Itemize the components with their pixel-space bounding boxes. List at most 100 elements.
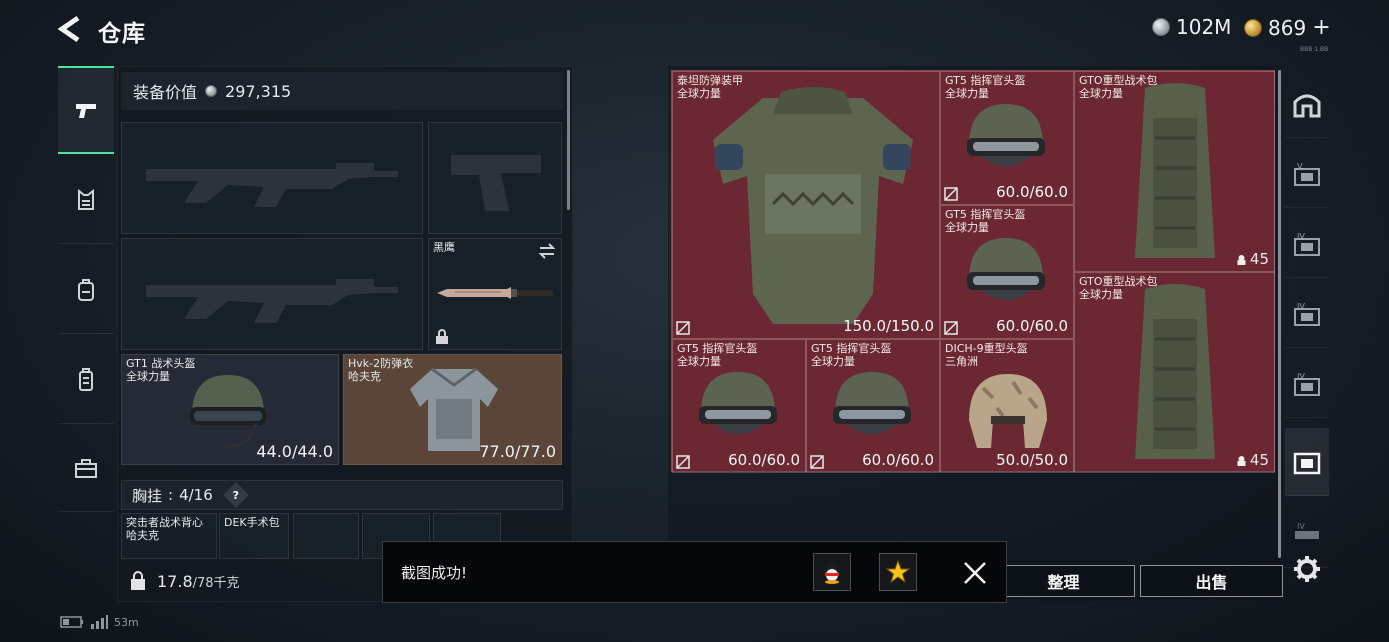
storage-item-helmet[interactable]: GT5 指挥官头盔 全球力量 60.0/60.0 xyxy=(940,71,1074,205)
melee-slot[interactable]: 黑鹰 xyxy=(428,238,562,350)
item-name: GT5 指挥官头盔 xyxy=(945,208,1026,221)
item-durability: 60.0/60.0 xyxy=(996,317,1068,335)
toolbox-icon xyxy=(75,458,97,478)
stack-icon xyxy=(1237,455,1246,466)
storage-item-backpack[interactable]: GTO重型战术包 全球力量 45 xyxy=(1074,71,1275,272)
primary-weapon-slot[interactable] xyxy=(121,122,423,234)
silver-coin-icon xyxy=(205,85,218,97)
sort-button[interactable]: 整理 xyxy=(992,565,1135,597)
tab-storage-5[interactable]: V xyxy=(1285,140,1329,208)
svg-text:IV: IV xyxy=(1297,232,1305,241)
equipment-value-bar: 装备价值 297,315 xyxy=(121,72,563,110)
secondary-weapon-slot[interactable] xyxy=(121,238,423,350)
chest-slot-2[interactable]: DEK手术包 xyxy=(219,513,289,559)
helmet-image xyxy=(967,238,1045,300)
helmet-durability: 44.0/44.0 xyxy=(256,442,333,461)
back-arrow-icon[interactable] xyxy=(56,14,86,44)
rail-item-case[interactable] xyxy=(58,336,114,424)
share-qzone-button[interactable] xyxy=(879,553,917,591)
armor-slot[interactable]: Hvk-2防弹衣 哈夫克 77.0/77.0 xyxy=(343,354,562,465)
tab-storage-active[interactable] xyxy=(1285,428,1329,496)
helmet-image xyxy=(833,372,911,434)
svg-text:IV: IV xyxy=(1297,372,1305,381)
sidearm-slot[interactable] xyxy=(428,122,562,234)
qzone-star-icon xyxy=(885,559,911,584)
build-tag: BBB 1.BB xyxy=(1300,46,1329,53)
no-insurance-icon xyxy=(810,455,824,469)
signal-icon xyxy=(91,615,108,629)
chest-slot-3[interactable] xyxy=(293,513,359,559)
gear-icon[interactable] xyxy=(1293,555,1321,583)
chest-rig-label: 胸挂 xyxy=(132,486,163,505)
titan-armor-image xyxy=(713,87,913,324)
status-bar: 53m xyxy=(60,615,139,629)
add-gold-button[interactable]: + xyxy=(1312,15,1330,40)
gold-currency[interactable]: 869 + xyxy=(1244,15,1331,40)
rail-item-toolbox[interactable] xyxy=(58,424,114,512)
storage-expansion-icon: IV xyxy=(1294,372,1320,396)
qq-penguin-icon xyxy=(824,562,840,584)
helmet-slot[interactable]: GT1 战术头盔 全球力量 44.0/44.0 xyxy=(121,354,339,465)
storage-item-helmet[interactable]: DICH-9重型头盔 三角洲 50.0/50.0 xyxy=(940,339,1074,473)
swap-icon[interactable] xyxy=(538,243,556,259)
chest-item-faction: 哈夫克 xyxy=(126,529,159,542)
rail-item-chest-rig[interactable] xyxy=(58,156,114,244)
toast-message: 截图成功! xyxy=(401,564,468,582)
tab-storage-4a[interactable]: IV xyxy=(1285,210,1329,278)
sell-button[interactable]: 出售 xyxy=(1140,565,1283,597)
helmet-image xyxy=(699,372,777,434)
case-icon xyxy=(79,367,93,391)
storage-item-helmet[interactable]: GT5 指挥官头盔 全球力量 60.0/60.0 xyxy=(672,339,806,473)
storage-item-helmet[interactable]: GT5 指挥官头盔 全球力量 60.0/60.0 xyxy=(806,339,940,473)
storage-scrollbar[interactable] xyxy=(1278,70,1281,558)
item-name: GT5 指挥官头盔 xyxy=(811,342,892,355)
no-insurance-icon xyxy=(944,321,958,335)
storage-item-armor[interactable]: 泰坦防弹装甲 全球力量 150.0/150.0 xyxy=(672,71,940,339)
item-name: GT5 指挥官头盔 xyxy=(945,74,1026,87)
storage-expansion-icon: IV xyxy=(1295,522,1319,539)
storage-item-helmet[interactable]: GT5 指挥官头盔 全球力量 60.0/60.0 xyxy=(940,205,1074,339)
share-qq-button[interactable] xyxy=(813,553,851,591)
svg-text:IV: IV xyxy=(1297,522,1305,531)
rail-item-backpack[interactable] xyxy=(58,246,114,334)
no-insurance-icon xyxy=(676,321,690,335)
pistol-icon xyxy=(76,104,96,118)
item-durability: 60.0/60.0 xyxy=(996,183,1068,201)
chest-slot-1[interactable]: 突击者战术背心 哈夫克 xyxy=(121,513,217,559)
storage-tabs: V IV IV IV IV xyxy=(1285,70,1329,568)
close-icon[interactable] xyxy=(961,559,989,587)
chest-rig-bar: 胸挂: 4/16 ? xyxy=(121,480,563,510)
item-durability: 60.0/60.0 xyxy=(728,451,800,469)
lock-icon xyxy=(436,329,448,344)
knife-image xyxy=(437,287,553,299)
armor-durability: 77.0/77.0 xyxy=(479,442,556,461)
storage-main-icon xyxy=(1293,94,1321,117)
tab-storage-4b[interactable]: IV xyxy=(1285,280,1329,348)
item-count: 45 xyxy=(1249,451,1269,469)
help-icon[interactable]: ? xyxy=(223,482,249,508)
ping-value: 53m xyxy=(114,615,139,629)
tab-storage-4c[interactable]: IV xyxy=(1285,350,1329,418)
helmet-image xyxy=(967,104,1045,166)
stack-icon xyxy=(1237,254,1246,265)
storage-grid: 泰坦防弹装甲 全球力量 150.0/150.0 GT5 指挥官头盔 全球力量 6… xyxy=(671,70,1275,473)
svg-text:IV: IV xyxy=(1297,302,1305,311)
category-rail xyxy=(58,66,114,512)
item-name: GT5 指挥官头盔 xyxy=(677,342,758,355)
rail-item-weapons[interactable] xyxy=(58,66,114,154)
tab-storage-main[interactable] xyxy=(1285,70,1329,138)
silver-coin-icon xyxy=(1152,18,1170,36)
knife-name: 黑鹰 xyxy=(433,241,455,254)
item-faction: 三角洲 xyxy=(945,355,978,368)
pistol-silhouette-icon xyxy=(451,155,541,211)
weight-current: 17.8 xyxy=(157,571,193,591)
storage-item-backpack[interactable]: GTO重型战术包 全球力量 45 xyxy=(1074,272,1275,473)
screenshot-toast: 截图成功! xyxy=(382,541,1007,603)
equipment-value-label: 装备价值 xyxy=(133,83,198,102)
no-insurance-icon xyxy=(676,455,690,469)
helmet-image xyxy=(190,375,266,449)
silver-amount: 102M xyxy=(1176,15,1232,39)
item-count: 45 xyxy=(1249,250,1269,268)
backpack-icon xyxy=(78,278,94,301)
loadout-scrollbar[interactable] xyxy=(567,70,570,210)
